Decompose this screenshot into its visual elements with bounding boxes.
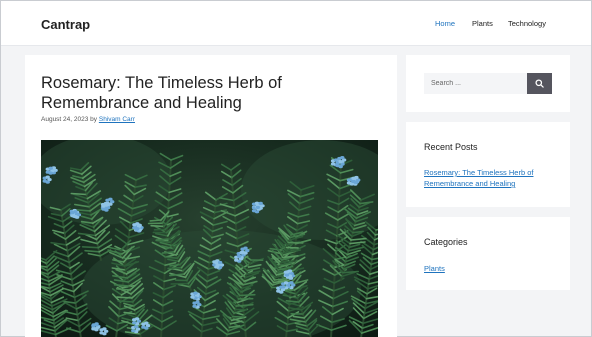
main-nav: Home Plants Technology xyxy=(1,19,591,31)
categories-widget: Categories Plants xyxy=(406,217,570,290)
post-author-link[interactable]: Shivam Carr xyxy=(99,116,135,123)
post-title: Rosemary: The Timeless Herb of Remembran… xyxy=(41,74,282,112)
site-header: Cantrap Home Plants Technology xyxy=(1,1,591,46)
nav-item-home[interactable]: Home xyxy=(435,19,455,28)
recent-posts-title: Recent Posts xyxy=(424,142,478,152)
search-button[interactable] xyxy=(527,73,552,94)
category-link-plants[interactable]: Plants xyxy=(424,263,549,274)
nav-item-plants[interactable]: Plants xyxy=(472,19,493,28)
recent-post-link[interactable]: Rosemary: The Timeless Herb of Remembran… xyxy=(424,167,549,189)
post-meta: August 24, 2023 by Shivam Carr xyxy=(41,116,135,123)
rosemary-photo xyxy=(41,140,378,337)
featured-image xyxy=(41,140,378,337)
search-input[interactable] xyxy=(424,73,527,94)
search-widget xyxy=(406,55,570,112)
search-icon xyxy=(535,79,544,88)
article-card: Rosemary: The Timeless Herb of Remembran… xyxy=(25,55,397,337)
post-by-label: by xyxy=(90,116,98,123)
categories-title: Categories xyxy=(424,237,468,247)
post-date: August 24, 2023 xyxy=(41,116,89,123)
recent-posts-widget: Recent Posts Rosemary: The Timeless Herb… xyxy=(406,122,570,207)
nav-item-technology[interactable]: Technology xyxy=(508,19,546,28)
